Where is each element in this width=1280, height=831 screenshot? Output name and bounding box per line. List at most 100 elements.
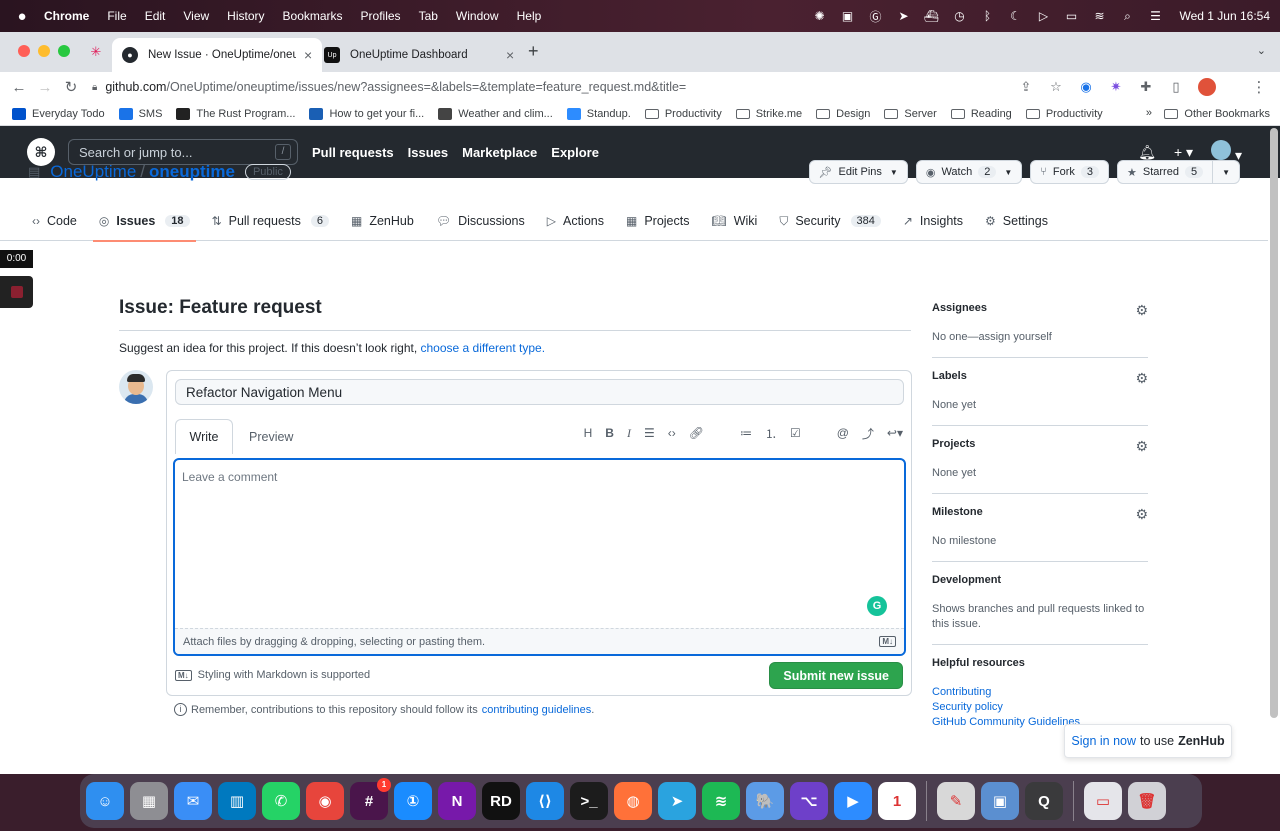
stop-recording-button[interactable]	[0, 276, 33, 308]
tab-insights[interactable]: ↗ Insights	[903, 201, 963, 241]
dock-downloads-icon[interactable]: ▭	[1084, 782, 1122, 820]
starred-button[interactable]: ★ Starred 5	[1117, 160, 1214, 184]
bold-icon[interactable]: B	[605, 426, 614, 440]
play-icon[interactable]: ▷	[1035, 9, 1051, 23]
bookmark-strike-me[interactable]: Strike.me	[735, 108, 802, 120]
repo-name-link[interactable]: oneuptime	[149, 162, 235, 182]
avatar[interactable]	[119, 370, 153, 404]
new-tab-button[interactable]: +	[528, 41, 539, 62]
tab-actions[interactable]: ▷ Actions	[547, 201, 604, 241]
bookmark-how-to-get-your-fi[interactable]: How to get your fi...	[309, 107, 424, 120]
cross-reference-icon[interactable]: ⤴	[862, 425, 874, 442]
close-tab-icon[interactable]: ×	[304, 47, 312, 63]
docker-icon[interactable]: ⛴	[923, 9, 939, 23]
tab-settings[interactable]: ⚙ Settings	[985, 201, 1048, 241]
grammarly-icon[interactable]: Ⓖ	[867, 8, 883, 25]
menu-item-help[interactable]: Help	[517, 9, 542, 23]
tab-discussions[interactable]: 💬︎ Discussions	[436, 201, 525, 241]
menu-item-tab[interactable]: Tab	[419, 9, 438, 23]
watch-button[interactable]: ◉ Watch 2 ▼	[915, 160, 1023, 184]
clock[interactable]: Wed 1 Jun 16:54	[1179, 9, 1270, 23]
bookmark-weather-and-clim[interactable]: Weather and clim...	[438, 107, 553, 120]
menu-item-profiles[interactable]: Profiles	[361, 9, 401, 23]
tab-code[interactable]: ‹› Code	[32, 201, 77, 241]
heading-icon[interactable]: H	[584, 426, 593, 440]
wifi-icon[interactable]: ≋	[1091, 9, 1107, 23]
edit-pins-button[interactable]: 📌︎ Edit Pins ▼	[808, 160, 908, 184]
close-window-button[interactable]	[18, 45, 30, 57]
gear-icon[interactable]: ⚙	[1135, 506, 1148, 523]
reload-icon[interactable]: ↻	[58, 78, 84, 96]
menu-item-bookmarks[interactable]: Bookmarks	[283, 9, 343, 23]
page-scrollbar[interactable]	[1270, 128, 1278, 718]
side-panel-icon[interactable]: ▯	[1168, 79, 1184, 95]
dock-textedit-icon[interactable]: ✎	[937, 782, 975, 820]
back-arrow-icon[interactable]: ←	[6, 79, 32, 96]
choose-different-type-link[interactable]: choose a different type.	[421, 341, 546, 355]
dock-trello-icon[interactable]: ▥	[218, 782, 256, 820]
star-list-dropdown-button[interactable]: ▼	[1213, 160, 1240, 184]
bookmark-reading[interactable]: Reading	[950, 108, 1012, 120]
bulleted-list-icon[interactable]: ≔	[740, 426, 752, 440]
dock-chrome-icon[interactable]: ◉	[306, 782, 344, 820]
tab-security[interactable]: ⛉ Security 384	[779, 201, 881, 241]
tab-search-chevron-icon[interactable]: ⌄	[1257, 44, 1266, 57]
focus-moon-icon[interactable]: ☾	[1007, 9, 1023, 23]
gear-icon[interactable]: ⚙	[1135, 302, 1148, 319]
tab-wiki[interactable]: 📖︎ Wiki	[711, 201, 757, 241]
dock-tableplus-icon[interactable]: 🐘	[746, 782, 784, 820]
dock-calendar-icon[interactable]: 1	[878, 782, 916, 820]
bookmark-the-rust-program[interactable]: The Rust Program...	[176, 107, 295, 120]
menu-item-chrome[interactable]: Chrome	[44, 9, 89, 23]
bookmark-design[interactable]: Design	[816, 108, 870, 120]
dock-telegram-icon[interactable]: ➤	[658, 782, 696, 820]
submit-new-issue-button[interactable]: Submit new issue	[769, 662, 903, 689]
dock-mail-icon[interactable]: ✉	[174, 782, 212, 820]
link-icon[interactable]: 🔗︎	[689, 426, 704, 440]
bookmark-productivity[interactable]: Productivity	[644, 108, 722, 120]
extension-spark-icon[interactable]: ✷	[1108, 79, 1124, 95]
dock-preview-icon[interactable]: ▣	[981, 782, 1019, 820]
share-icon[interactable]: ⇪	[1018, 79, 1034, 95]
tab-issues[interactable]: ◎ Issues 18	[92, 201, 196, 242]
tab-new-issue[interactable]: ● New Issue · OneUptime/oneupti ×	[112, 38, 323, 72]
dock-github-desktop-icon[interactable]: ⌥	[790, 782, 828, 820]
menu-item-edit[interactable]: Edit	[145, 9, 166, 23]
menu-item-history[interactable]: History	[227, 9, 264, 23]
dock-1password-icon[interactable]: ①	[394, 782, 432, 820]
menu-item-window[interactable]: Window	[456, 9, 499, 23]
bookmark-star-icon[interactable]: ☆	[1048, 79, 1064, 95]
close-tab-icon[interactable]: ×	[506, 47, 514, 63]
apple-icon[interactable]: ●	[0, 8, 44, 25]
profile-avatar[interactable]	[1198, 78, 1216, 96]
gear-icon[interactable]: ⚙	[1135, 438, 1148, 455]
tab-zenhub[interactable]: ▦ ZenHub	[351, 201, 414, 241]
search-icon[interactable]: ⌕	[1119, 9, 1135, 24]
dock-whatsapp-icon[interactable]: ✆	[262, 782, 300, 820]
mention-icon[interactable]: @	[837, 426, 849, 440]
contributing-guidelines-link[interactable]: contributing guidelines	[482, 704, 591, 716]
dock-launchpad-icon[interactable]: ▦	[130, 782, 168, 820]
tab-preview[interactable]: Preview	[249, 419, 293, 454]
settings-icon[interactable]: ✺	[811, 9, 827, 23]
quote-icon[interactable]: ☰	[644, 426, 655, 440]
address-bar[interactable]: 🔒︎ github.com/OneUptime/oneuptime/issues…	[92, 74, 1252, 100]
extensions-puzzle-icon[interactable]: ✚	[1138, 79, 1154, 95]
saved-replies-icon[interactable]: ↩▾	[887, 426, 903, 440]
menu-item-file[interactable]: File	[107, 9, 126, 23]
markdown-support-note[interactable]: M↓ Styling with Markdown is supported	[175, 669, 370, 681]
dock-trash-icon[interactable]: 🗑	[1128, 782, 1166, 820]
tab-write[interactable]: Write	[175, 419, 233, 454]
minimize-window-button[interactable]	[38, 45, 50, 57]
tab-projects[interactable]: ▦ Projects	[626, 201, 690, 241]
dock-onenote-icon[interactable]: N	[438, 782, 476, 820]
italic-icon[interactable]: I	[627, 426, 631, 441]
pinned-tab-slack-icon[interactable]: ✳	[88, 44, 104, 60]
bookmark-standup[interactable]: Standup.	[566, 107, 631, 120]
grammarly-icon[interactable]: G	[867, 596, 887, 616]
dock-spotify-icon[interactable]: ≋	[702, 782, 740, 820]
numbered-list-icon[interactable]: ⒈	[765, 425, 777, 442]
dock-quicktime-icon[interactable]: Q	[1025, 782, 1063, 820]
task-list-icon[interactable]: ☑	[790, 426, 801, 440]
tab-oneuptime-dashboard[interactable]: Up OneUptime Dashboard ×	[314, 38, 524, 72]
